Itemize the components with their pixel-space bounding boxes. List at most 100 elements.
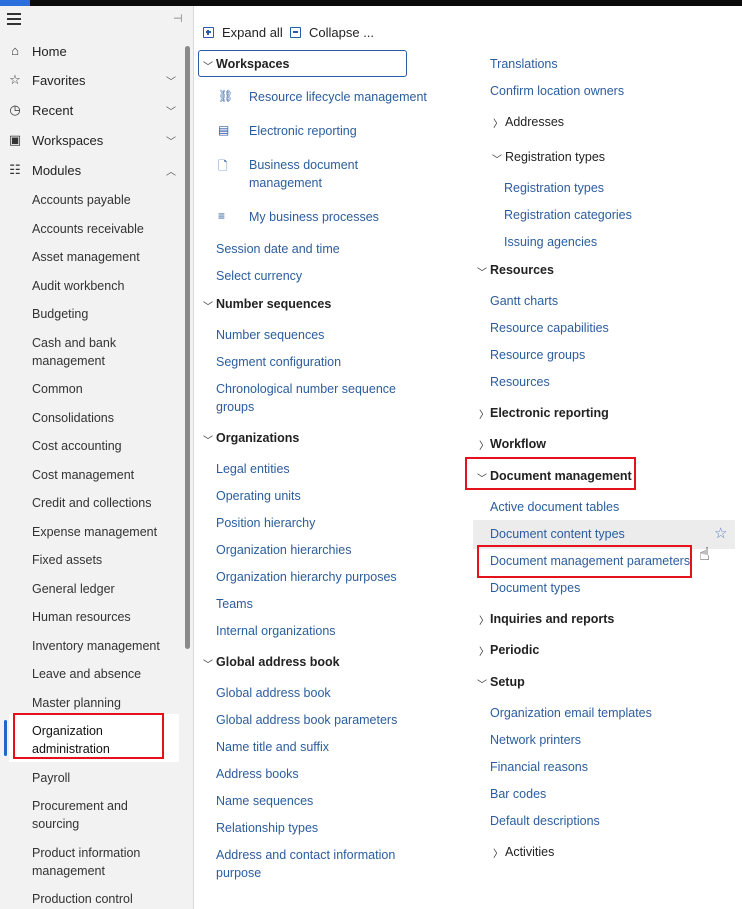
link-internal-organizations[interactable]: Internal organizations [216, 622, 336, 640]
expand-all-button[interactable]: Expand all [203, 25, 283, 40]
chevron-down-icon[interactable]: ﹀ [477, 264, 487, 279]
link-organization-hierarchy-purposes[interactable]: Organization hierarchy purposes [216, 568, 397, 586]
group-header-inquiries-and-reports[interactable]: Inquiries and reports [490, 610, 614, 628]
link-number-sequences[interactable]: Number sequences [216, 326, 324, 344]
module-general-ledger[interactable]: General ledger [32, 580, 172, 598]
link-my-business-processes[interactable]: My business processes [249, 208, 379, 226]
link-resources[interactable]: Resources [490, 373, 550, 391]
chevron-down-icon[interactable]: ﹀ [203, 58, 213, 73]
link-segment-configuration[interactable]: Segment configuration [216, 353, 341, 371]
module-product-information-management[interactable]: Product information management [32, 844, 172, 880]
module-procurement-and-sourcing[interactable]: Procurement and sourcing [32, 797, 172, 833]
module-expense-management[interactable]: Expense management [32, 523, 172, 541]
link-active-document-tables[interactable]: Active document tables [490, 498, 619, 516]
module-budgeting[interactable]: Budgeting [32, 305, 172, 323]
module-consolidations[interactable]: Consolidations [32, 409, 172, 427]
module-cash-and-bank-management[interactable]: Cash and bank management [32, 334, 172, 370]
link-address-books[interactable]: Address books [216, 765, 299, 783]
module-production-control[interactable]: Production control [32, 890, 172, 908]
module-asset-management[interactable]: Asset management [32, 248, 172, 266]
link-electronic-reporting-workspace[interactable]: Electronic reporting [249, 122, 357, 140]
link-resource-groups[interactable]: Resource groups [490, 346, 585, 364]
chevron-down-icon[interactable]: ﹀ [203, 432, 213, 447]
nav-item-modules[interactable]: ☷ Modules ︿ [0, 155, 190, 185]
link-translations[interactable]: Translations [490, 55, 558, 73]
chevron-right-icon[interactable]: 〉 [493, 115, 503, 130]
group-header-organizations[interactable]: Organizations [216, 429, 299, 447]
group-header-setup[interactable]: Setup [490, 673, 525, 691]
nav-scrollbar[interactable] [185, 46, 190, 649]
chevron-down-icon[interactable]: ﹀ [492, 151, 502, 166]
module-leave-and-absence[interactable]: Leave and absence [32, 665, 172, 683]
group-header-workspaces[interactable]: Workspaces [216, 55, 289, 73]
link-document-types[interactable]: Document types [490, 579, 580, 597]
link-relationship-types[interactable]: Relationship types [216, 819, 318, 837]
module-human-resources[interactable]: Human resources [32, 608, 172, 626]
link-global-address-book-parameters[interactable]: Global address book parameters [216, 711, 397, 729]
nav-item-recent[interactable]: ◷ Recent ﹀ [0, 95, 190, 125]
module-cost-management[interactable]: Cost management [32, 466, 172, 484]
link-organization-hierarchies[interactable]: Organization hierarchies [216, 541, 352, 559]
chevron-down-icon[interactable]: ﹀ [203, 656, 213, 671]
link-default-descriptions[interactable]: Default descriptions [490, 812, 600, 830]
link-legal-entities[interactable]: Legal entities [216, 460, 290, 478]
favorite-star-icon[interactable]: ☆ [714, 524, 727, 542]
link-gantt-charts[interactable]: Gantt charts [490, 292, 558, 310]
link-registration-types[interactable]: Registration types [504, 179, 604, 197]
hamburger-icon[interactable] [7, 13, 21, 25]
subgroup-registration-types[interactable]: Registration types [505, 148, 605, 166]
nav-item-workspaces[interactable]: ▣ Workspaces ﹀ [0, 125, 190, 155]
group-header-electronic-reporting[interactable]: Electronic reporting [490, 404, 609, 422]
link-organization-email-templates[interactable]: Organization email templates [490, 704, 652, 722]
link-financial-reasons[interactable]: Financial reasons [490, 758, 588, 776]
subgroup-activities[interactable]: Activities [505, 843, 554, 861]
chevron-right-icon[interactable]: 〉 [493, 845, 503, 860]
link-business-document-management[interactable]: Business document management [249, 156, 399, 192]
link-session-date-and-time[interactable]: Session date and time [216, 240, 340, 258]
nav-item-favorites[interactable]: ☆ Favorites ﹀ [0, 65, 190, 95]
nav-item-home[interactable]: ⌂ Home [0, 36, 190, 66]
module-master-planning[interactable]: Master planning [32, 694, 172, 712]
module-cost-accounting[interactable]: Cost accounting [32, 437, 172, 455]
link-registration-categories[interactable]: Registration categories [504, 206, 632, 224]
module-accounts-payable[interactable]: Accounts payable [32, 191, 172, 209]
link-operating-units[interactable]: Operating units [216, 487, 301, 505]
link-name-sequences[interactable]: Name sequences [216, 792, 313, 810]
link-network-printers[interactable]: Network printers [490, 731, 581, 749]
link-confirm-location-owners[interactable]: Confirm location owners [490, 82, 624, 100]
link-document-content-types[interactable]: Document content types [490, 525, 625, 543]
collapse-all-button[interactable]: Collapse ... [290, 25, 374, 40]
highlight-box-document-management [465, 457, 636, 490]
module-inventory-management[interactable]: Inventory management [32, 637, 172, 655]
subgroup-addresses[interactable]: Addresses [505, 113, 564, 131]
link-teams[interactable]: Teams [216, 595, 253, 613]
group-header-periodic[interactable]: Periodic [490, 641, 539, 659]
link-issuing-agencies[interactable]: Issuing agencies [504, 233, 597, 251]
link-global-address-book[interactable]: Global address book [216, 684, 331, 702]
group-header-resources[interactable]: Resources [490, 261, 554, 279]
chevron-right-icon[interactable]: 〉 [479, 437, 489, 452]
link-chronological-number-sequence-groups[interactable]: Chronological number sequence groups [216, 380, 401, 416]
chevron-right-icon[interactable]: 〉 [479, 612, 489, 627]
chevron-right-icon[interactable]: 〉 [479, 643, 489, 658]
link-position-hierarchy[interactable]: Position hierarchy [216, 514, 315, 532]
link-select-currency[interactable]: Select currency [216, 267, 302, 285]
link-address-and-contact-information-purpose[interactable]: Address and contact information purpose [216, 846, 401, 882]
pin-icon[interactable]: ⊣ [173, 12, 183, 25]
group-header-global-address-book[interactable]: Global address book [216, 653, 340, 671]
chevron-right-icon[interactable]: 〉 [479, 406, 489, 421]
link-resource-capabilities[interactable]: Resource capabilities [490, 319, 609, 337]
module-audit-workbench[interactable]: Audit workbench [32, 277, 172, 295]
link-name-title-and-suffix[interactable]: Name title and suffix [216, 738, 329, 756]
chevron-down-icon[interactable]: ﹀ [477, 676, 487, 691]
module-payroll[interactable]: Payroll [32, 769, 172, 787]
group-header-number-sequences[interactable]: Number sequences [216, 295, 331, 313]
module-accounts-receivable[interactable]: Accounts receivable [32, 220, 172, 238]
chevron-down-icon[interactable]: ﹀ [203, 298, 213, 313]
link-resource-lifecycle-management[interactable]: Resource lifecycle management [249, 88, 427, 106]
link-bar-codes[interactable]: Bar codes [490, 785, 546, 803]
module-fixed-assets[interactable]: Fixed assets [32, 551, 172, 569]
module-credit-and-collections[interactable]: Credit and collections [32, 494, 172, 512]
module-common[interactable]: Common [32, 380, 172, 398]
group-header-workflow[interactable]: Workflow [490, 435, 546, 453]
